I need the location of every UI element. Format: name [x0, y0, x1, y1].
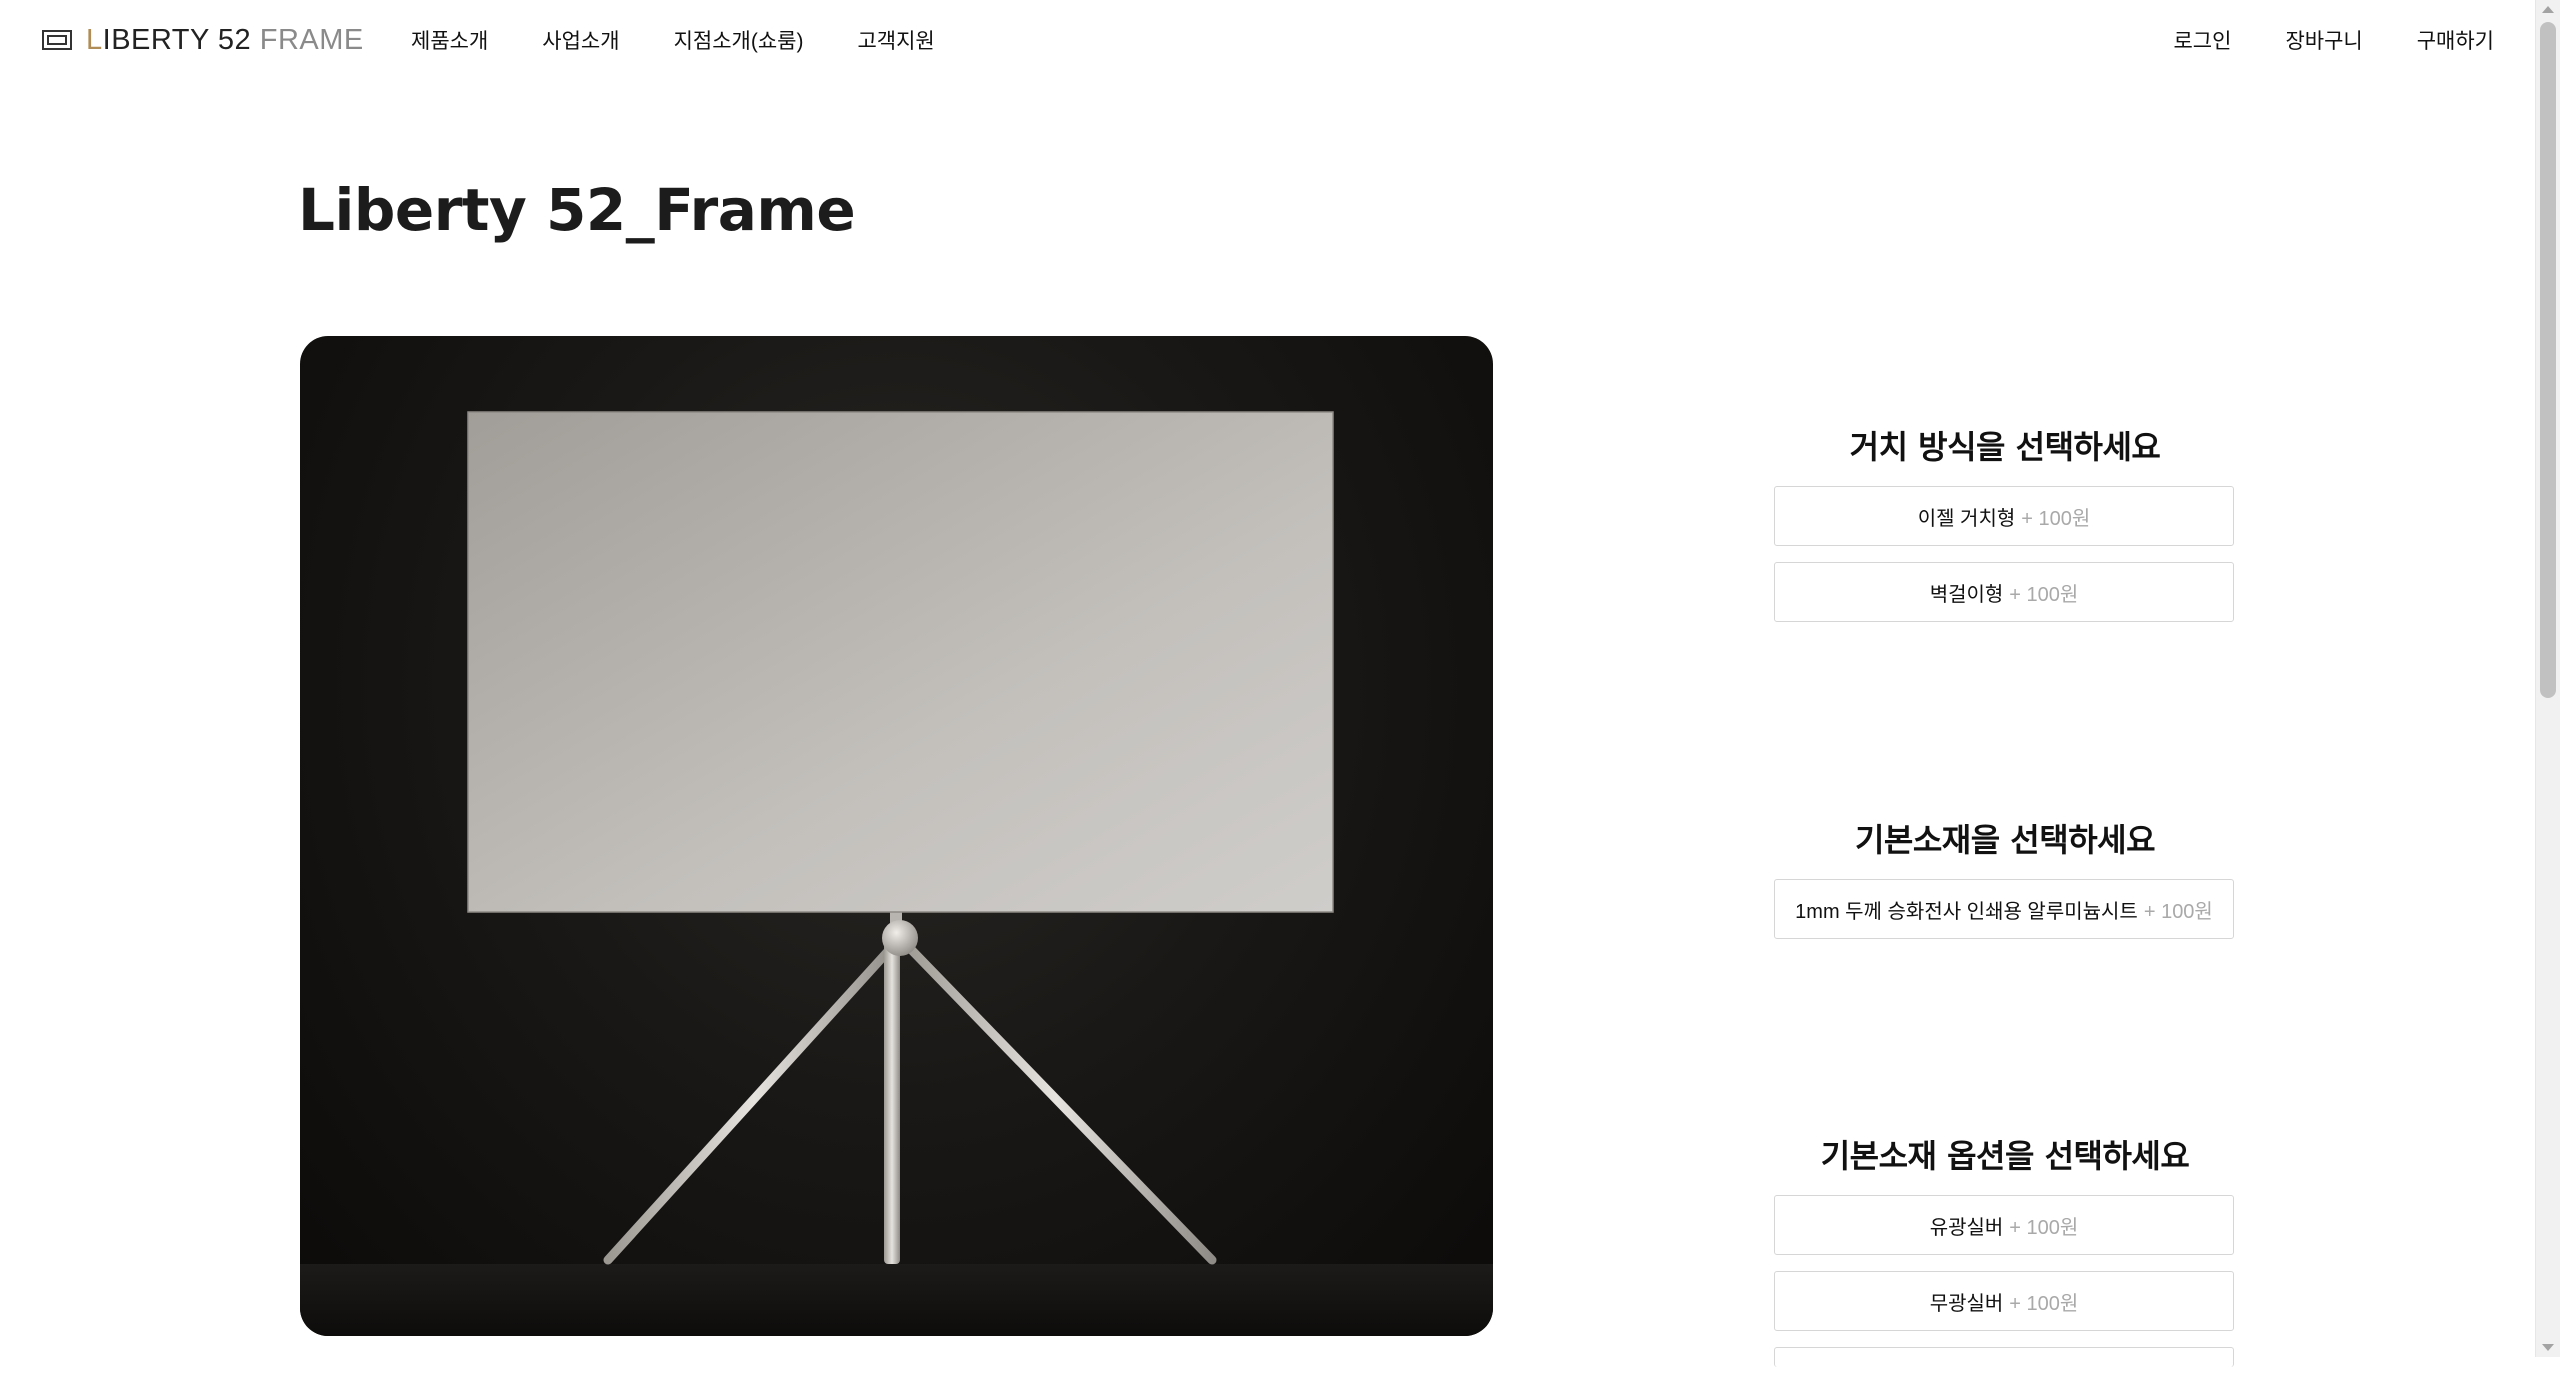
option-price: + 100원	[2021, 507, 2091, 530]
nav-login[interactable]: 로그인	[2173, 25, 2231, 55]
option-wall-mount[interactable]: 벽걸이형 + 100원	[1774, 562, 2234, 622]
scroll-up-icon[interactable]	[2542, 6, 2554, 13]
option-matte-silver[interactable]: 무광실버 + 100원	[1774, 1271, 2234, 1331]
scroll-down-icon[interactable]	[2542, 1344, 2554, 1351]
option-aluminum-sheet[interactable]: 1mm 두께 승화전사 인쇄용 알루미늄시트 + 100원	[1774, 879, 2234, 939]
option-partial-next[interactable]	[1774, 1347, 2234, 1367]
page-title: Liberty 52_Frame	[298, 176, 856, 244]
option-label: 이젤 거치형	[1917, 507, 2016, 530]
option-price: + 100원	[2143, 900, 2213, 923]
product-image	[300, 336, 1493, 1336]
nav-purchase[interactable]: 구매하기	[2417, 25, 2494, 55]
mount-option-group: 거치 방식을 선택하세요 이젤 거치형 + 100원 벽걸이형 + 100원	[1774, 422, 2236, 638]
option-label: 유광실버	[1929, 1216, 2004, 1239]
material-option-title: 기본소재을 선택하세요	[1854, 821, 2156, 859]
frame-logo-icon	[42, 30, 72, 50]
option-label: 벽걸이형	[1929, 583, 2004, 606]
easel-frame-illustration	[300, 411, 1493, 1336]
material-finish-option-title: 기본소재 옵션을 선택하세요	[1820, 1137, 2190, 1175]
scroll-thumb[interactable]	[2540, 22, 2556, 698]
option-label: 무광실버	[1929, 1292, 2004, 1315]
main-nav: 제품소개 사업소개 지점소개(쇼룸) 고객지원	[411, 0, 989, 80]
logo-text: LIBERTY 52 FRAME	[86, 23, 364, 56]
option-label: 1mm 두께 승화전사 인쇄용 알루미늄시트	[1795, 900, 2138, 923]
page-scrollbar[interactable]	[2535, 0, 2560, 1357]
option-price: + 100원	[2009, 1292, 2079, 1315]
nav-support[interactable]: 고객지원	[857, 25, 934, 55]
material-option-group: 기본소재을 선택하세요 1mm 두께 승화전사 인쇄용 알루미늄시트 + 100…	[1774, 815, 2236, 955]
site-header: LIBERTY 52 FRAME 제품소개 사업소개 지점소개(쇼룸) 고객지원…	[0, 0, 2536, 80]
nav-showroom[interactable]: 지점소개(쇼룸)	[674, 25, 804, 55]
material-finish-option-group: 기본소재 옵션을 선택하세요 유광실버 + 100원 무광실버 + 100원	[1774, 1131, 2236, 1383]
nav-product-intro[interactable]: 제품소개	[411, 25, 488, 55]
nav-business-intro[interactable]: 사업소개	[542, 25, 619, 55]
option-price: + 100원	[2009, 583, 2079, 606]
option-price: + 100원	[2009, 1216, 2079, 1239]
user-nav: 로그인 장바구니 구매하기	[2119, 0, 2494, 80]
option-glossy-silver[interactable]: 유광실버 + 100원	[1774, 1195, 2234, 1255]
option-easel-mount[interactable]: 이젤 거치형 + 100원	[1774, 486, 2234, 546]
mount-option-title: 거치 방식을 선택하세요	[1849, 428, 2161, 466]
site-logo[interactable]: LIBERTY 52 FRAME	[42, 20, 364, 60]
nav-cart[interactable]: 장바구니	[2285, 25, 2362, 55]
